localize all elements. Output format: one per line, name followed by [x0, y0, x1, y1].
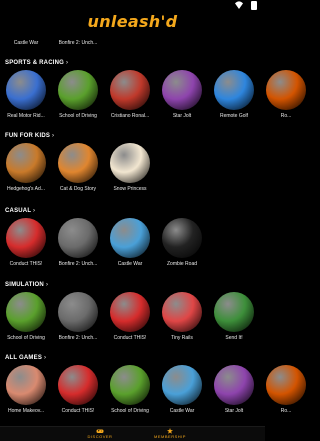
game-label: Cat & Dog Story — [59, 186, 97, 192]
game-tile[interactable]: Castle War — [156, 365, 208, 425]
soccer-player-icon[interactable] — [110, 70, 150, 110]
game-label: Cristiano Ronal... — [110, 113, 150, 119]
game-row[interactable]: Conduct THIS! Bonfire 2: Unch... Castle Wa… — [0, 218, 265, 278]
nav-discover-label: DISCOVER — [87, 434, 113, 439]
nav-discover[interactable]: DISCOVER — [70, 428, 130, 439]
train-icon[interactable] — [110, 292, 150, 332]
game-tile[interactable]: Home Makeov... — [0, 365, 52, 425]
game-tile[interactable]: Snow Princess — [104, 143, 156, 203]
battery-icon — [251, 1, 257, 10]
game-label: Home Makeov... — [7, 408, 45, 414]
game-icon[interactable] — [266, 365, 306, 405]
game-tile[interactable]: Bonfire 2: Unch... — [52, 292, 104, 352]
train-icon[interactable] — [6, 218, 46, 258]
game-label: School of Driving — [111, 408, 149, 414]
rails-icon[interactable] — [162, 292, 202, 332]
game-label: School of Driving — [59, 113, 97, 119]
nav-membership-label: MEMBERSHIP — [154, 434, 186, 439]
section-title[interactable]: SPORTS & RACING — [5, 60, 64, 66]
section-title[interactable]: SIMULATION — [5, 282, 44, 288]
princess-icon[interactable] — [110, 143, 150, 183]
section-title[interactable]: CASUAL — [5, 208, 31, 214]
car-icon[interactable] — [58, 70, 98, 110]
castle-icon[interactable] — [110, 218, 150, 258]
game-label[interactable]: Bonfire 2: Unch... — [52, 40, 104, 46]
game-label: Ro... — [280, 408, 292, 414]
top-row-partial: Castle War Bonfire 2: Unch... — [0, 40, 265, 50]
game-tile[interactable]: Zombie Road — [156, 218, 208, 278]
car-icon[interactable] — [6, 292, 46, 332]
hedgehog-icon[interactable] — [6, 143, 46, 183]
game-label: Zombie Road — [166, 261, 197, 267]
game-tile[interactable]: School of Driving — [0, 292, 52, 352]
game-tile[interactable]: Star Jolt — [156, 70, 208, 130]
game-tile[interactable]: Bonfire 2: Unch... — [52, 218, 104, 278]
game-label: Star Jolt — [172, 113, 192, 119]
game-row[interactable]: Home Makeov... Conduct THIS! School of Dri… — [0, 365, 306, 425]
game-label: Bonfire 2: Unch... — [58, 261, 98, 267]
game-label: School of Driving — [7, 335, 45, 341]
chevron-right-icon: › — [52, 133, 54, 139]
game-tile[interactable]: Star Jolt — [208, 365, 260, 425]
game-label: Snow Princess — [113, 186, 147, 192]
game-tile[interactable]: School of Driving — [104, 365, 156, 425]
rocket-icon[interactable] — [214, 365, 254, 405]
wifi-icon — [235, 1, 243, 9]
chevron-right-icon: › — [33, 208, 35, 214]
game-tile[interactable]: Ro... — [260, 365, 312, 425]
game-tile[interactable]: Real Motor Rid... — [0, 70, 52, 130]
game-label: Ro... — [280, 113, 292, 119]
game-label: Real Motor Rid... — [7, 113, 45, 119]
game-label: Bonfire 2: Unch... — [58, 335, 98, 341]
game-tile[interactable]: Cristiano Ronal... — [104, 70, 156, 130]
section-title[interactable]: ALL GAMES — [5, 355, 42, 361]
chevron-right-icon: › — [66, 60, 68, 66]
game-label: Conduct THIS! — [9, 261, 43, 267]
game-label: Conduct THIS! — [113, 335, 147, 341]
house-icon[interactable] — [6, 365, 46, 405]
game-tile[interactable]: Conduct THIS! — [104, 292, 156, 352]
game-tile[interactable]: Ro... — [260, 70, 312, 130]
game-tile[interactable]: Conduct THIS! — [0, 218, 52, 278]
section-title[interactable]: FUN FOR KIDS — [5, 133, 50, 139]
game-label: Conduct THIS! — [61, 408, 95, 414]
game-tile[interactable]: Send It! — [208, 292, 260, 352]
game-label: Castle War — [169, 408, 195, 414]
nav-membership[interactable]: MEMBERSHIP — [140, 428, 200, 439]
cat-dog-icon[interactable] — [58, 143, 98, 183]
game-tile[interactable]: Remote Golf — [208, 70, 260, 130]
game-icon[interactable] — [266, 70, 306, 110]
game-row[interactable]: School of Driving Bonfire 2: Unch... Condu… — [0, 292, 265, 352]
game-label: Castle War — [117, 261, 143, 267]
game-label: Hedgehog's Ad... — [7, 186, 45, 192]
game-label: Remote Golf — [219, 113, 249, 119]
status-bar — [0, 0, 265, 12]
game-row[interactable]: Real Motor Rid... School of Driving Cristi… — [0, 70, 306, 130]
road-car-icon[interactable] — [162, 218, 202, 258]
game-tile[interactable]: Castle War — [104, 218, 156, 278]
truck-icon[interactable] — [214, 292, 254, 332]
game-tile[interactable]: Cat & Dog Story — [52, 143, 104, 203]
game-label: Tiny Rails — [171, 335, 193, 341]
castle-icon[interactable] — [162, 365, 202, 405]
motorbike-icon[interactable] — [6, 70, 46, 110]
figure-icon[interactable] — [58, 218, 98, 258]
game-tile[interactable]: School of Driving — [52, 70, 104, 130]
train-icon[interactable] — [58, 365, 98, 405]
bottom-nav: DISCOVER MEMBERSHIP — [0, 426, 265, 441]
game-label: Send It! — [225, 335, 243, 341]
game-tile[interactable]: Tiny Rails — [156, 292, 208, 352]
rocket-icon[interactable] — [162, 70, 202, 110]
golf-cart-icon[interactable] — [214, 70, 254, 110]
game-label: Star Jolt — [224, 408, 244, 414]
game-tile[interactable]: Conduct THIS! — [52, 365, 104, 425]
figure-icon[interactable] — [58, 292, 98, 332]
car-icon[interactable] — [110, 365, 150, 405]
game-label[interactable]: Castle War — [0, 40, 52, 46]
chevron-right-icon: › — [46, 282, 48, 288]
game-row[interactable]: Hedgehog's Ad... Cat & Dog Story Snow Prin… — [0, 143, 265, 203]
game-tile[interactable]: Hedgehog's Ad... — [0, 143, 52, 203]
chevron-right-icon: › — [44, 355, 46, 361]
app-logo: unleash'd — [87, 12, 178, 31]
